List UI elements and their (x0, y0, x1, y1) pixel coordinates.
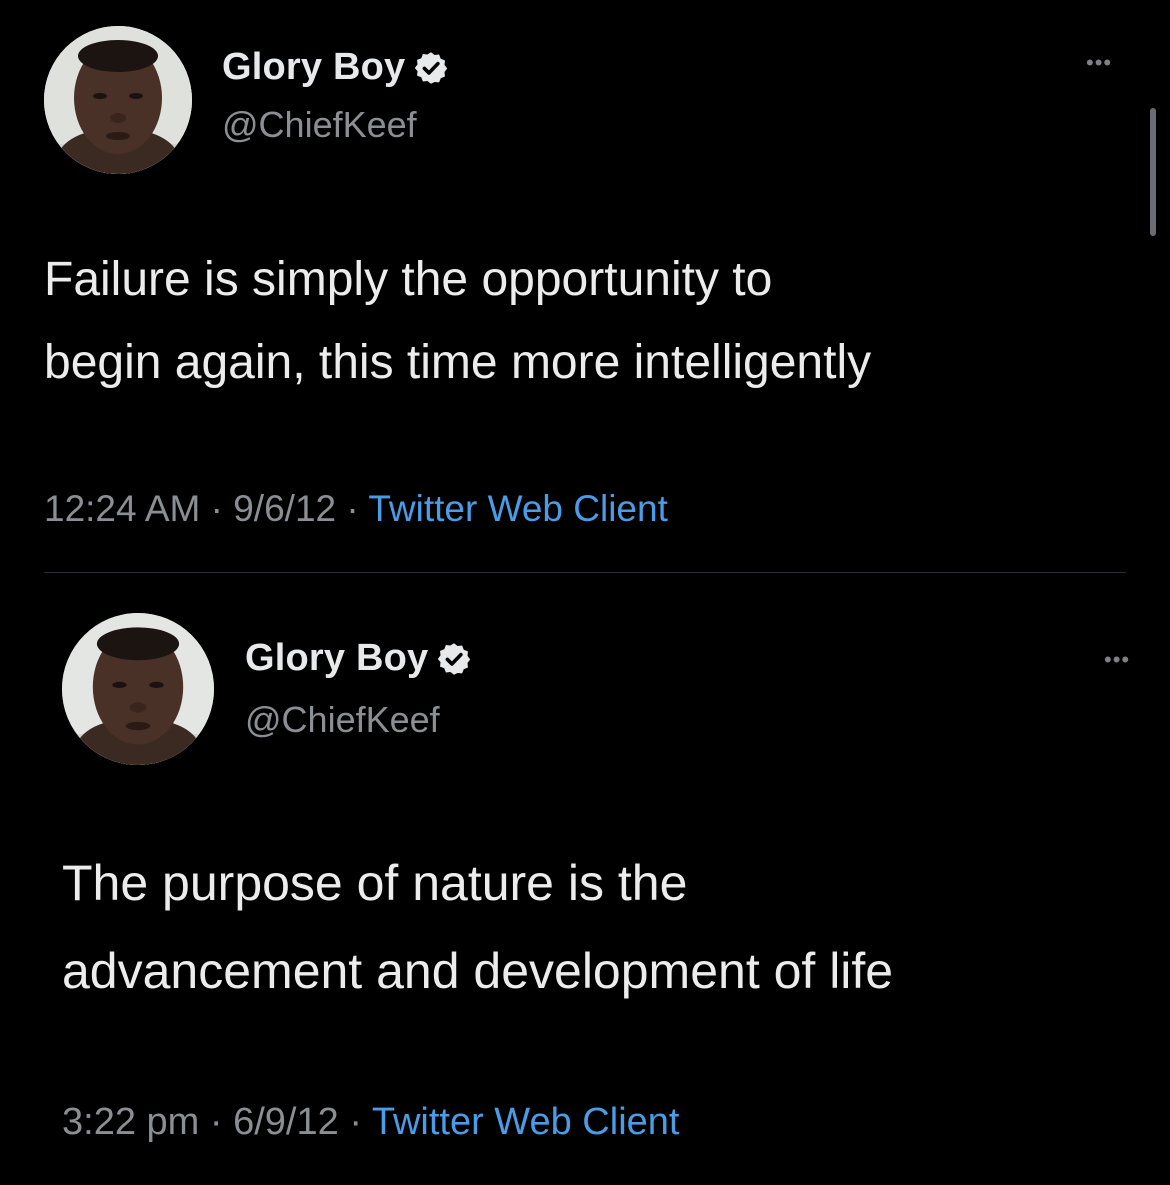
tweet-source-link[interactable]: Twitter Web Client (372, 1101, 680, 1143)
author-name-row[interactable]: Glory Boy (245, 637, 472, 680)
tweet-text-line: Failure is simply the opportunity to (44, 253, 773, 306)
tweet-time[interactable]: 12:24 AM (44, 488, 200, 529)
meta-separator: · (346, 488, 359, 529)
more-options-icon[interactable]: ••• (1086, 52, 1112, 74)
handle[interactable]: @ChiefKeef (245, 699, 440, 741)
tweet-text-line: begin again, this time more intelligentl… (44, 336, 872, 389)
avatar[interactable] (62, 613, 214, 765)
display-name[interactable]: Glory Boy (222, 46, 405, 89)
avatar-photo (62, 613, 214, 765)
avatar[interactable] (44, 26, 192, 174)
tweet-1[interactable]: Glory Boy @ChiefKeef ••• Failure is simp… (0, 0, 1170, 572)
tweet-meta: 12:24 AM · 9/6/12 · Twitter Web Client (44, 488, 668, 530)
tweet-date[interactable]: 6/9/12 (233, 1101, 339, 1143)
verified-badge-icon (413, 50, 449, 86)
tweet-date[interactable]: 9/6/12 (233, 488, 336, 529)
verified-badge-icon (436, 641, 472, 677)
meta-separator: · (349, 1101, 362, 1143)
tweet-time[interactable]: 3:22 pm (62, 1101, 199, 1143)
tweet-2[interactable]: Glory Boy @ChiefKeef ••• The purpose of … (0, 573, 1170, 1185)
tweet-text: The purpose of nature is the advancement… (62, 839, 893, 1015)
display-name[interactable]: Glory Boy (245, 637, 428, 680)
more-options-icon[interactable]: ••• (1104, 649, 1130, 671)
tweet-text-line: The purpose of nature is the (62, 855, 688, 911)
scrollbar[interactable] (1150, 108, 1156, 236)
tweet-text: Failure is simply the opportunity to beg… (44, 238, 871, 404)
tweet-meta: 3:22 pm · 6/9/12 · Twitter Web Client (62, 1101, 679, 1144)
tweet-text-line: advancement and development of life (62, 943, 894, 999)
tweet-source-link[interactable]: Twitter Web Client (368, 488, 668, 529)
author-name-row[interactable]: Glory Boy (222, 46, 449, 89)
avatar-photo (44, 26, 192, 174)
meta-separator: · (209, 1101, 223, 1143)
handle[interactable]: @ChiefKeef (222, 104, 417, 146)
meta-separator: · (210, 488, 223, 529)
